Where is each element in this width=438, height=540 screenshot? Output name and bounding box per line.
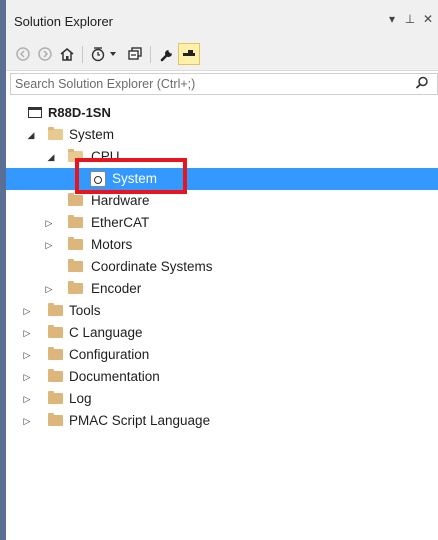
system-config-icon (90, 171, 106, 187)
tree-item-label: System (112, 171, 158, 186)
toolbar-separator (82, 46, 83, 63)
folder-icon (48, 413, 63, 426)
back-icon[interactable] (12, 43, 34, 65)
expanded-arrow-icon[interactable]: ◢ (26, 128, 36, 142)
forward-icon[interactable] (34, 43, 56, 65)
tree-item-label: Log (69, 391, 92, 406)
project-icon (28, 107, 42, 118)
tree-item-motors[interactable]: ▷ Motors (6, 234, 438, 256)
folder-icon (48, 303, 63, 316)
tree-item-label: Tools (69, 303, 101, 318)
tree-item-label: C Language (69, 325, 143, 340)
tree-item-c-language[interactable]: ▷ C Language (6, 322, 438, 344)
close-icon[interactable]: ✕ (420, 12, 436, 26)
title-bar: Solution Explorer ▾ ⊥ ✕ (6, 0, 438, 39)
folder-icon (48, 391, 63, 404)
filter-dropdown-icon[interactable] (106, 43, 120, 65)
folder-icon (68, 215, 83, 228)
folder-icon (48, 325, 63, 338)
tree-root[interactable]: R88D-1SN (6, 102, 438, 124)
collapsed-arrow-icon[interactable]: ▷ (22, 370, 32, 384)
tree-item-label: Motors (91, 237, 133, 252)
tree-item-hardware[interactable]: Hardware (6, 190, 438, 212)
solution-explorer-panel: Solution Explorer ▾ ⊥ ✕ Search Solution … (6, 0, 438, 540)
tree-item-label: CPU (91, 149, 120, 164)
tree-item-encoder[interactable]: ▷ Encoder (6, 278, 438, 300)
folder-open-icon (48, 127, 63, 140)
folder-icon (68, 193, 83, 206)
tree-item-tools[interactable]: ▷ Tools (6, 300, 438, 322)
collapsed-arrow-icon[interactable]: ▷ (44, 282, 54, 296)
collapse-all-icon[interactable] (124, 43, 146, 65)
tree-item-label: Encoder (91, 281, 142, 296)
tree-item-coordinate-systems[interactable]: Coordinate Systems (6, 256, 438, 278)
window-position-dropdown-icon[interactable]: ▾ (384, 12, 400, 26)
collapsed-arrow-icon[interactable]: ▷ (22, 326, 32, 340)
tree-item-label: EtherCAT (91, 215, 150, 230)
collapsed-arrow-icon[interactable]: ▷ (44, 238, 54, 252)
collapsed-arrow-icon[interactable]: ▷ (22, 304, 32, 318)
tree-item-label: Documentation (69, 369, 160, 384)
toolbar-separator (150, 46, 151, 63)
search-icon[interactable] (415, 76, 429, 93)
folder-icon (48, 369, 63, 382)
collapsed-arrow-icon[interactable]: ▷ (22, 392, 32, 406)
folder-open-icon (68, 149, 83, 162)
tree-item-system[interactable]: ◢ System (6, 124, 438, 146)
tree-item-documentation[interactable]: ▷ Documentation (6, 366, 438, 388)
tree-item-pmac-script-language[interactable]: ▷ PMAC Script Language (6, 410, 438, 432)
tree-root-label: R88D-1SN (48, 105, 111, 120)
tree-item-label: Coordinate Systems (91, 259, 213, 274)
home-icon[interactable] (56, 43, 78, 65)
tree-item-label: System (69, 127, 115, 142)
panel-title: Solution Explorer (14, 14, 113, 29)
tree-item-configuration[interactable]: ▷ Configuration (6, 344, 438, 366)
toolbar (6, 38, 438, 71)
folder-icon (68, 237, 83, 250)
tree-item-cpu[interactable]: ◢ CPU (6, 146, 438, 168)
tree-item-ethercat[interactable]: ▷ EtherCAT (6, 212, 438, 234)
preview-selected-items-icon[interactable] (178, 43, 200, 65)
search-input[interactable] (15, 76, 395, 92)
collapsed-arrow-icon[interactable]: ▷ (22, 414, 32, 428)
auto-hide-pin-icon[interactable]: ⊥ (402, 12, 418, 26)
folder-icon (68, 259, 83, 272)
tree-item-label: Configuration (69, 347, 150, 362)
properties-wrench-icon[interactable] (156, 43, 178, 65)
collapsed-arrow-icon[interactable]: ▷ (44, 216, 54, 230)
folder-icon (48, 347, 63, 360)
expanded-arrow-icon[interactable]: ◢ (46, 150, 56, 164)
collapsed-arrow-icon[interactable]: ▷ (22, 348, 32, 362)
folder-icon (68, 281, 83, 294)
tree-item-cpu-system[interactable]: System (6, 168, 438, 190)
tree-item-log[interactable]: ▷ Log (6, 388, 438, 410)
search-box (10, 73, 438, 95)
tree-item-label: PMAC Script Language (69, 413, 211, 428)
tree-item-label: Hardware (91, 193, 150, 208)
